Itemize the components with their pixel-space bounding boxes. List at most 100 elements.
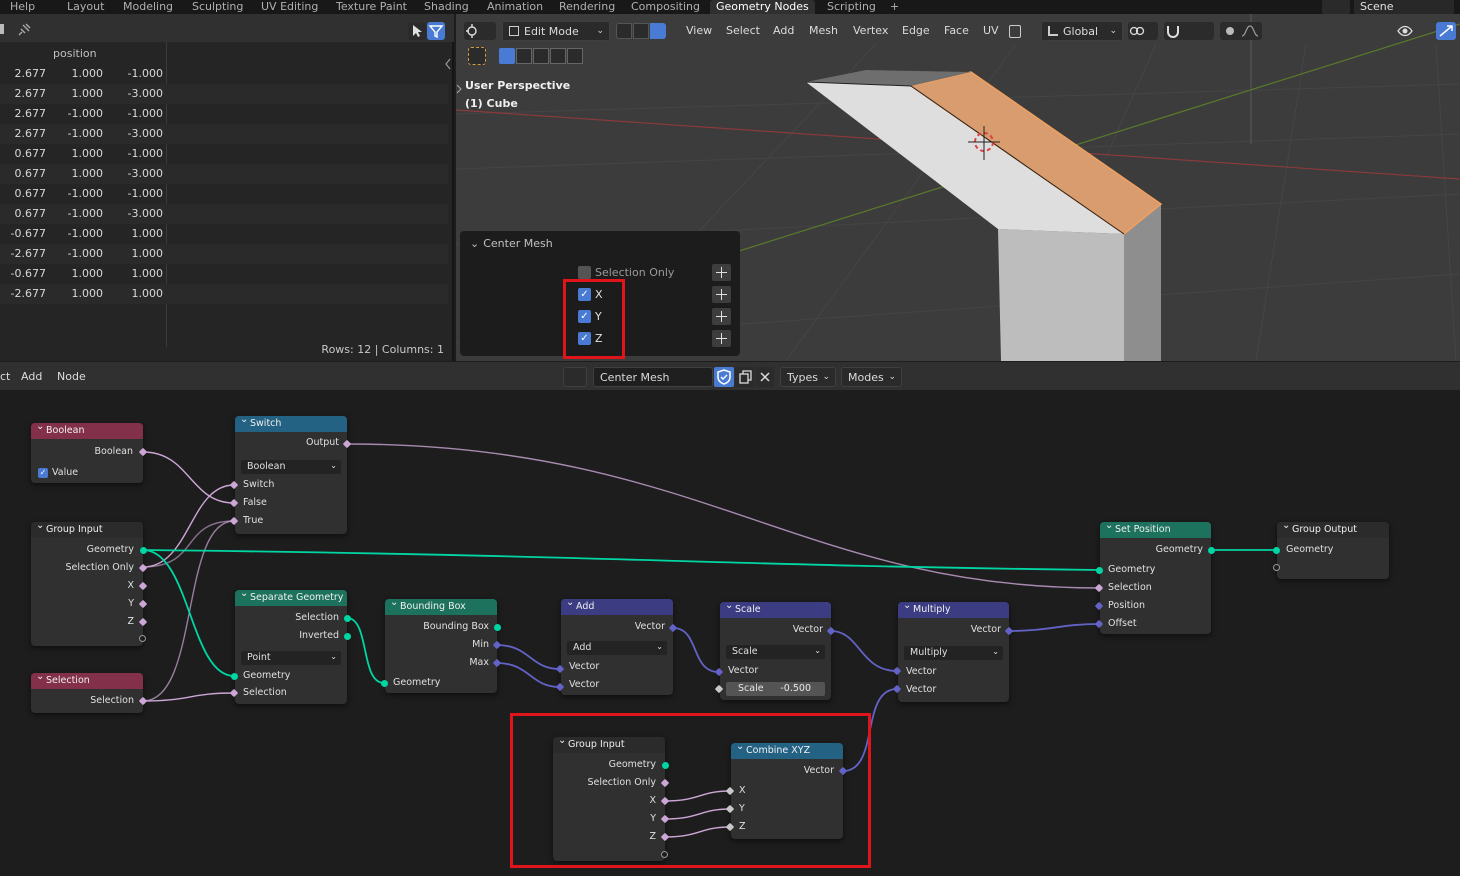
vector-add-node[interactable]: Add Vector Add⌄ Vector Vector	[561, 595, 673, 695]
decorator-icon[interactable]	[712, 264, 731, 281]
tab-modeling[interactable]: Modeling	[117, 0, 179, 14]
select-mode-subtract[interactable]	[533, 48, 549, 64]
menu-add[interactable]: Add	[21, 370, 42, 383]
offset-input-label: Offset	[1108, 618, 1137, 629]
decorator-icon[interactable]	[712, 286, 731, 303]
operation-dropdown[interactable]: Add ⌄	[567, 641, 667, 655]
pivot-point-button[interactable]	[1128, 22, 1158, 40]
table-row: 0.677 -1.000 -3.000	[0, 204, 448, 224]
scene-selector-icon[interactable]	[1322, 0, 1350, 14]
menu-mesh[interactable]: Mesh	[805, 21, 842, 41]
tab-uv-editing[interactable]: UV Editing	[255, 0, 324, 14]
pin-icon[interactable]	[18, 22, 32, 36]
empty-input-socket[interactable]	[1273, 564, 1280, 571]
operation-dropdown[interactable]: Multiply ⌄	[904, 646, 1003, 660]
help-menu[interactable]: Help	[4, 0, 41, 14]
snap-button[interactable]	[1164, 22, 1214, 40]
decorator-icon[interactable]	[712, 308, 731, 325]
domain-dropdown[interactable]: Point ⌄	[241, 651, 341, 665]
table-cell: -1.000	[127, 187, 163, 200]
mode-dropdown[interactable]: Edit Mode ⌄	[502, 21, 610, 41]
node-group-name-field[interactable]: Center Mesh	[593, 367, 713, 387]
menu-node[interactable]: Node	[57, 370, 86, 383]
group-input-node[interactable]: Group Input Geometry Selection Only X Y …	[31, 518, 143, 646]
copy-icon[interactable]	[1009, 25, 1021, 38]
switch-node[interactable]: Switch Output Boolean⌄ Switch False True	[235, 412, 347, 534]
vector-multiply-node[interactable]: Multiply Vector Multiply⌄ Vector Vector	[898, 598, 1009, 702]
x-output-label: X	[127, 580, 134, 591]
tab-rendering[interactable]: Rendering	[553, 0, 621, 14]
tab-geometry-nodes[interactable]: Geometry Nodes	[710, 0, 815, 14]
menu-edge[interactable]: Edge	[898, 21, 934, 41]
menu-view[interactable]: View	[682, 21, 716, 41]
menu-select[interactable]: Select	[722, 21, 764, 41]
tab-texture-paint[interactable]: Texture Paint	[330, 0, 413, 14]
select-mode-face[interactable]	[650, 23, 666, 39]
editor-type-icon[interactable]	[0, 24, 4, 34]
geometry-input-socket[interactable]	[381, 680, 388, 687]
inverted-output-label: Inverted	[299, 630, 339, 641]
vector-scale-node[interactable]: Scale Vector Scale⌄ Vector Scale -0.500	[720, 598, 831, 700]
unlink-icon[interactable]	[756, 367, 774, 387]
geometry-output-socket[interactable]	[1208, 547, 1215, 554]
tab-compositing[interactable]: Compositing	[625, 0, 706, 14]
select-box-tool[interactable]	[468, 47, 486, 65]
tab-layout[interactable]: Layout	[61, 0, 110, 14]
menu-vertex[interactable]: Vertex	[849, 21, 892, 41]
select-mode-edge[interactable]	[633, 23, 649, 39]
add-workspace-button[interactable]: +	[884, 0, 905, 14]
value-checkbox[interactable]: ✓	[38, 468, 48, 478]
collapse-chevron-icon[interactable]: ⌄	[470, 237, 479, 250]
switch-type-dropdown[interactable]: Boolean ⌄	[241, 460, 341, 474]
select-mode-invert[interactable]	[550, 48, 566, 64]
selection-output-socket[interactable]	[344, 615, 351, 622]
separate-geometry-node[interactable]: Separate Geometry Selection Inverted Poi…	[235, 586, 347, 704]
menu-uv[interactable]: UV	[979, 21, 1003, 41]
editor-type-button[interactable]	[464, 22, 496, 40]
geometry-input-socket[interactable]	[231, 673, 238, 680]
menu-add[interactable]: Add	[769, 21, 798, 41]
geometry-input-socket[interactable]	[1273, 547, 1280, 554]
select-mode-intersect[interactable]	[567, 48, 583, 64]
modes-dropdown[interactable]: Modes ⌄	[841, 367, 902, 387]
operation-dropdown[interactable]: Scale ⌄	[726, 645, 825, 659]
selected-only-toggle[interactable]	[408, 22, 426, 40]
geometry-output-socket[interactable]	[140, 547, 147, 554]
menu-select-cut[interactable]: ct	[0, 370, 10, 383]
inverted-output-socket[interactable]	[344, 633, 351, 640]
types-dropdown[interactable]: Types ⌄	[780, 367, 836, 387]
table-cell: 2.677	[14, 87, 47, 100]
tab-scripting[interactable]: Scripting	[821, 0, 882, 14]
menu-face[interactable]: Face	[940, 21, 973, 41]
visibility-button[interactable]	[1396, 22, 1428, 40]
duplicate-icon[interactable]	[735, 367, 755, 387]
fake-user-icon[interactable]	[714, 367, 734, 387]
transform-orientation-dropdown[interactable]: Global ⌄	[1041, 21, 1123, 41]
collapse-arrow-icon[interactable]	[444, 58, 452, 70]
tab-animation[interactable]: Animation	[481, 0, 549, 14]
bounding-box-node[interactable]: Bounding Box Bounding Box Min Max Geomet…	[385, 595, 497, 693]
node-tree-type-button[interactable]	[563, 367, 587, 387]
boolean-node[interactable]: Boolean Boolean ✓ Value	[31, 419, 143, 483]
gizmo-toggle-button[interactable]	[1436, 22, 1456, 40]
tab-shading[interactable]: Shading	[418, 0, 475, 14]
set-position-node[interactable]: Set Position Geometry Geometry Selection…	[1100, 518, 1211, 634]
select-mode-vertex[interactable]	[616, 23, 632, 39]
proportional-edit-button[interactable]	[1220, 22, 1262, 40]
geometry-input-label: Geometry	[243, 670, 291, 681]
select-mode-new[interactable]	[499, 48, 515, 64]
node-canvas[interactable]: Boolean Boolean ✓ Value Switch Output Bo…	[0, 390, 1460, 876]
group-output-node[interactable]: Group Output Geometry	[1277, 518, 1389, 579]
scale-value-field[interactable]: Scale -0.500	[726, 682, 825, 696]
geometry-input-socket[interactable]	[1096, 567, 1103, 574]
scene-name-field[interactable]: Scene	[1354, 0, 1454, 14]
bounding-box-output-socket[interactable]	[494, 624, 501, 631]
filter-toggle[interactable]	[427, 22, 445, 40]
tab-sculpting[interactable]: Sculpting	[186, 0, 249, 14]
empty-output-socket[interactable]	[139, 635, 146, 642]
selection-only-checkbox[interactable]	[578, 266, 591, 279]
selection-node[interactable]: Selection Selection	[31, 669, 143, 713]
decorator-icon[interactable]	[712, 330, 731, 347]
select-mode-extend[interactable]	[516, 48, 532, 64]
toolbar-expand-icon[interactable]	[456, 84, 462, 94]
